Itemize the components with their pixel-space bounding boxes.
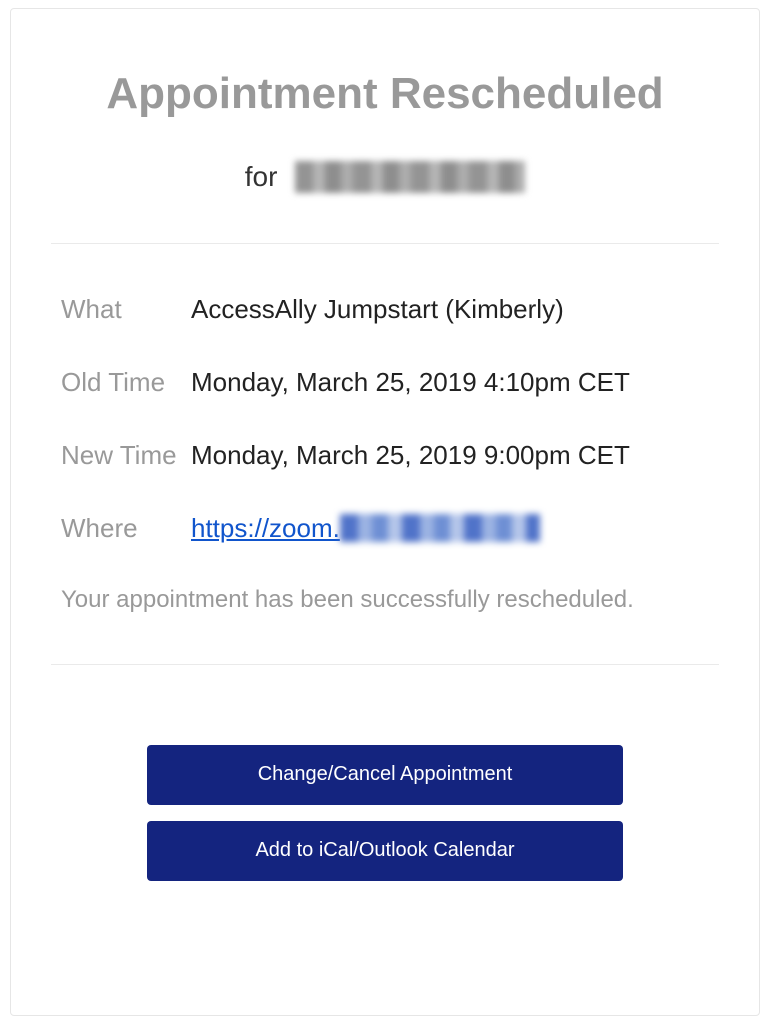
for-label: for xyxy=(245,161,278,193)
change-cancel-button[interactable]: Change/Cancel Appointment xyxy=(147,745,623,805)
button-stack: Change/Cancel Appointment Add to iCal/Ou… xyxy=(51,745,719,881)
row-old-time: Old Time Monday, March 25, 2019 4:10pm C… xyxy=(61,367,709,398)
appointment-card: Appointment Rescheduled for What AccessA… xyxy=(10,8,760,1016)
divider-top xyxy=(51,243,719,244)
what-value: AccessAlly Jumpstart (Kimberly) xyxy=(191,294,564,325)
where-value: https://zoom. xyxy=(191,513,540,544)
new-time-value: Monday, March 25, 2019 9:00pm CET xyxy=(191,440,630,471)
page-title: Appointment Rescheduled xyxy=(51,69,719,119)
confirmation-text: Your appointment has been successfully r… xyxy=(51,586,719,614)
what-label: What xyxy=(61,294,191,325)
details-section: What AccessAlly Jumpstart (Kimberly) Old… xyxy=(51,294,719,544)
where-label: Where xyxy=(61,513,191,544)
old-time-label: Old Time xyxy=(61,367,191,398)
redacted-name xyxy=(295,161,525,193)
old-time-value: Monday, March 25, 2019 4:10pm CET xyxy=(191,367,630,398)
add-calendar-button[interactable]: Add to iCal/Outlook Calendar xyxy=(147,821,623,881)
redacted-link-tail xyxy=(340,514,540,542)
new-time-label: New Time xyxy=(61,440,191,471)
divider-bottom xyxy=(51,664,719,665)
zoom-link[interactable]: https://zoom. xyxy=(191,513,340,544)
row-where: Where https://zoom. xyxy=(61,513,709,544)
for-line: for xyxy=(51,159,719,193)
row-new-time: New Time Monday, March 25, 2019 9:00pm C… xyxy=(61,440,709,471)
row-what: What AccessAlly Jumpstart (Kimberly) xyxy=(61,294,709,325)
